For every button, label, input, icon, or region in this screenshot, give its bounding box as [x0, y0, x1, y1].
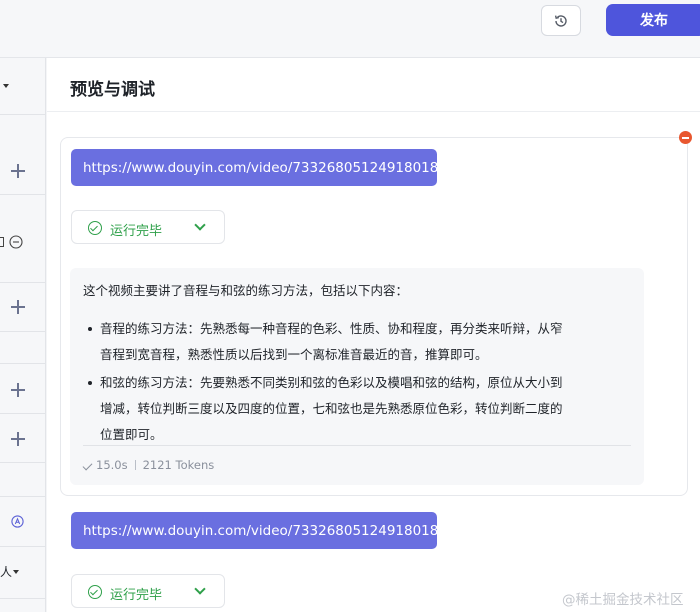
sidebar-divider	[0, 413, 46, 414]
check-circle-icon	[88, 221, 102, 235]
check-circle-icon	[88, 585, 102, 599]
chevron-down-icon[interactable]	[3, 84, 9, 88]
publish-button[interactable]: 发布	[606, 4, 700, 36]
sidebar-divider	[0, 496, 46, 497]
token-count: 2121 Tokens	[142, 458, 215, 472]
run-status-text: 运行完毕	[110, 224, 163, 239]
plus-icon[interactable]	[11, 383, 25, 397]
run-status-text: 运行完毕	[110, 588, 163, 603]
history-button[interactable]	[541, 5, 581, 36]
user-message-text: https://www.douyin.com/video/73326805124…	[83, 159, 456, 176]
panel-header: 预览与调试	[47, 58, 700, 112]
meta-separator	[134, 460, 136, 470]
answer-line: 音程到宽音程，熟悉性质以后找到一个离标准音最近的音，推算即可。	[100, 347, 488, 362]
run-status-toggle[interactable]: 运行完毕	[71, 574, 225, 608]
sidebar-divider	[0, 331, 46, 332]
left-sidebar: 人	[0, 58, 46, 612]
user-message-bubble[interactable]: https://www.douyin.com/video/73326805124…	[71, 149, 456, 186]
duration-text: 15.0s	[96, 458, 128, 472]
answer-intro: 这个视频主要讲了音程与和弦的练习方法，包括以下内容：	[83, 283, 409, 298]
user-message-text: https://www.douyin.com/video/73326805124…	[83, 522, 456, 539]
bullet-dot	[88, 381, 92, 385]
answer-line: 和弦的练习方法：先要熟悉不同类别和弦的色彩以及模唱和弦的结构，原位从大小到	[100, 375, 563, 390]
remove-icon[interactable]	[679, 131, 692, 144]
sidebar-divider	[0, 282, 46, 283]
sidebar-divider	[0, 598, 46, 599]
watermark: @稀土掘金技术社区	[562, 592, 684, 608]
run-status-toggle[interactable]: 运行完毕	[71, 210, 225, 244]
answer-divider	[83, 445, 631, 446]
plus-icon[interactable]	[11, 300, 25, 314]
publish-button-label: 发布	[640, 13, 668, 29]
sidebar-divider	[0, 462, 46, 463]
answer-line: 增减，转位判断三度以及四度的位置，七和弦也是先熟悉原位色彩，转位判断二度的	[100, 401, 563, 416]
user-message-bubble[interactable]: https://www.douyin.com/video/73326805124…	[71, 512, 456, 549]
top-bar: 发布	[0, 0, 700, 58]
answer-line: 音程的练习方法：先熟悉每一种音程的色彩、性质、协和程度，再分类来听辩，从窄	[100, 321, 563, 336]
plus-icon[interactable]	[11, 432, 25, 446]
answer-meta: 15.0s 2121 Tokens	[82, 458, 215, 472]
circle-a-icon[interactable]	[11, 515, 24, 528]
check-icon	[82, 460, 93, 471]
history-icon	[554, 14, 567, 27]
chevron-down-icon[interactable]	[13, 570, 19, 574]
sidebar-divider	[0, 363, 46, 364]
list-item: 和弦的练习方法：先要熟悉不同类别和弦的色彩以及模唱和弦的结构，原位从大小到 增减…	[83, 370, 628, 448]
chevron-down-icon	[194, 219, 206, 231]
sidebar-divider	[0, 546, 46, 547]
square-icon	[0, 237, 4, 247]
list-item: 音程的练习方法：先熟悉每一种音程的色彩、性质、协和程度，再分类来听辩，从窄 音程…	[83, 316, 628, 368]
sidebar-divider	[0, 194, 46, 195]
preview-panel: 预览与调试 https://www.douyin.com/video/73326…	[47, 58, 700, 612]
sidebar-divider	[0, 114, 46, 115]
chevron-down-icon	[194, 583, 206, 595]
page-title: 预览与调试	[70, 80, 155, 100]
plus-icon[interactable]	[11, 164, 25, 178]
minus-circle-icon[interactable]	[9, 235, 23, 249]
bullet-dot	[88, 327, 92, 331]
answer-list: 音程的练习方法：先熟悉每一种音程的色彩、性质、协和程度，再分类来听辩，从窄 音程…	[83, 316, 628, 450]
bot-answer: 这个视频主要讲了音程与和弦的练习方法，包括以下内容： 音程的练习方法：先熟悉每一…	[70, 268, 644, 485]
sidebar-item-label[interactable]: 人	[0, 563, 12, 580]
